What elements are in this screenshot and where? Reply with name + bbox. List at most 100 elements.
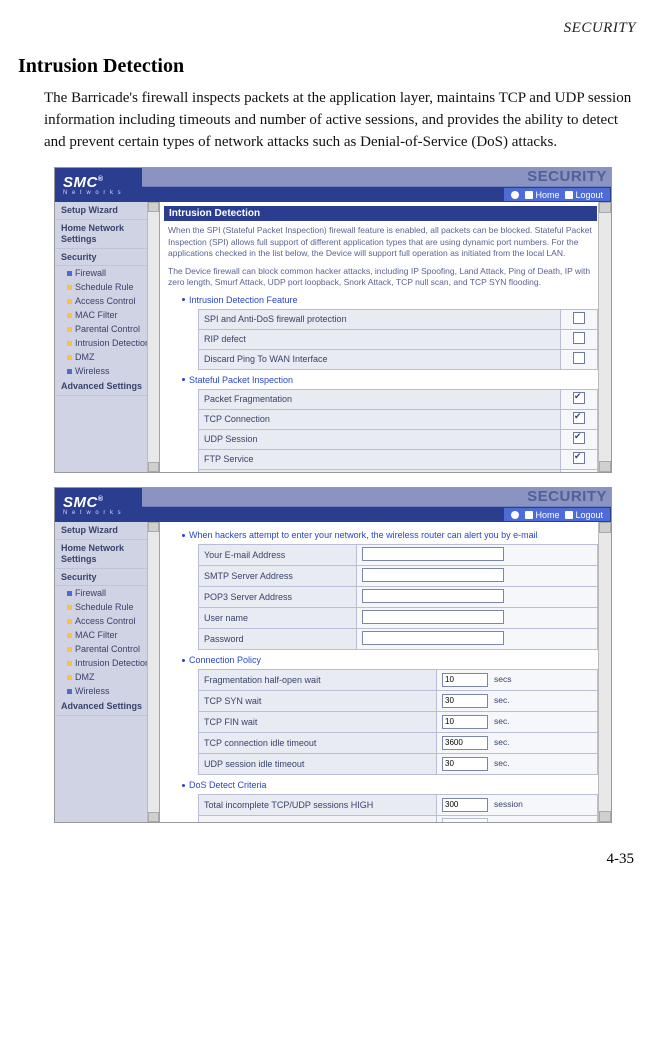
bullet-icon	[67, 313, 72, 318]
sidebar-sub-wireless[interactable]: Wireless	[55, 684, 159, 698]
sidebar-sub-dmz[interactable]: DMZ	[55, 670, 159, 684]
form-label: Your E-mail Address	[199, 545, 357, 566]
cfg-check-cell	[561, 349, 598, 369]
cfg-label: TFTP Service	[199, 469, 561, 472]
sidebar-item-security[interactable]: Security	[55, 569, 159, 587]
sidebar-scrollbar[interactable]	[147, 522, 159, 822]
checkbox-tcp[interactable]	[573, 412, 585, 424]
globe-icon	[508, 511, 522, 519]
cfg-label: UDP Session	[199, 429, 561, 449]
sidebar-sub-mac[interactable]: MAC Filter	[55, 308, 159, 322]
sidebar-sub-wireless[interactable]: Wireless	[55, 364, 159, 378]
pop3-input[interactable]	[362, 589, 504, 603]
pol-label: TCP FIN wait	[199, 712, 437, 733]
main-scrollbar[interactable]	[598, 202, 611, 472]
checkbox-frag[interactable]	[573, 392, 585, 404]
udp-idle-input[interactable]: 30	[442, 757, 488, 771]
table-row: Fragmentation half-open wait10secs	[199, 670, 598, 691]
email-input[interactable]	[362, 547, 504, 561]
table-row: Your E-mail Address	[199, 545, 598, 566]
password-input[interactable]	[362, 631, 504, 645]
table-row: Total incomplete TCP/UDP sessions LOW	[199, 816, 598, 823]
checkbox-udp[interactable]	[573, 432, 585, 444]
main-scrollbar[interactable]	[598, 522, 611, 822]
panel-description-1: When the SPI (Stateful Packet Inspection…	[168, 225, 597, 259]
frag-wait-input[interactable]: 10	[442, 673, 488, 687]
email-form-table: Your E-mail Address SMTP Server Address …	[198, 544, 598, 650]
sidebar-item-setup[interactable]: Setup Wizard	[55, 202, 159, 220]
bullet-icon	[67, 299, 72, 304]
bullet-icon	[67, 327, 72, 332]
sidebar: Setup Wizard Home Network Settings Secur…	[55, 202, 160, 472]
page-number: 4-35	[18, 851, 636, 868]
checkbox-ftp[interactable]	[573, 452, 585, 464]
table-row: TCP Connection	[199, 409, 598, 429]
sidebar-sub-firewall[interactable]: Firewall	[55, 586, 159, 600]
table-row: Password	[199, 629, 598, 650]
sidebar-sub-dmz[interactable]: DMZ	[55, 350, 159, 364]
sidebar-item-advanced[interactable]: Advanced Settings	[55, 698, 159, 716]
running-header: SECURITY	[18, 20, 636, 37]
section-link-spi[interactable]: Stateful Packet Inspection	[182, 375, 597, 385]
sidebar-sub-parental[interactable]: Parental Control	[55, 642, 159, 656]
header-right: SECURITY Home Logout	[142, 488, 611, 522]
fin-wait-input[interactable]: 10	[442, 715, 488, 729]
cfg-label: Discard Ping To WAN Interface	[199, 349, 561, 369]
panel-description-2: The Device firewall can block common hac…	[168, 266, 597, 289]
cfg-check-cell	[561, 449, 598, 469]
username-input[interactable]	[362, 610, 504, 624]
bullet-icon	[67, 619, 72, 624]
bullet-icon	[67, 369, 72, 374]
sidebar-sub-schedule[interactable]: Schedule Rule	[55, 280, 159, 294]
checkbox-spi[interactable]	[573, 312, 585, 324]
sidebar-item-security[interactable]: Security	[55, 249, 159, 267]
section-link-idf[interactable]: Intrusion Detection Feature	[182, 295, 597, 305]
main-panel: Intrusion Detection When the SPI (Statef…	[160, 202, 611, 472]
running-header-text: SECURITY	[564, 20, 636, 36]
sidebar-sub-intrusion[interactable]: Intrusion Detection	[55, 656, 159, 670]
sidebar-item-home-network[interactable]: Home Network Settings	[55, 220, 159, 249]
logout-link[interactable]: Logout	[562, 190, 606, 200]
dos-low-input[interactable]	[442, 818, 488, 822]
app-header: SMC® N e t w o r k s SECURITY Home Logou…	[55, 168, 611, 202]
table-row: RIP defect	[199, 329, 598, 349]
logout-icon	[565, 511, 573, 519]
bullet-icon	[67, 633, 72, 638]
sidebar-sub-mac[interactable]: MAC Filter	[55, 628, 159, 642]
cfg-label: Packet Fragmentation	[199, 389, 561, 409]
checkbox-rip[interactable]	[573, 332, 585, 344]
table-row: TFTP Service	[199, 469, 598, 472]
checkbox-ping[interactable]	[573, 352, 585, 364]
smc-logo: SMC® N e t w o r k s	[55, 488, 130, 522]
tcp-idle-input[interactable]: 3600	[442, 736, 488, 750]
home-link[interactable]: Home	[522, 510, 562, 520]
sidebar-sub-access[interactable]: Access Control	[55, 294, 159, 308]
table-row: SPI and Anti-DoS firewall protection	[199, 309, 598, 329]
sidebar-item-advanced[interactable]: Advanced Settings	[55, 378, 159, 396]
table-row: UDP session idle timeout30sec.	[199, 754, 598, 775]
globe-icon	[508, 191, 522, 199]
table-row: FTP Service	[199, 449, 598, 469]
sidebar-sub-intrusion[interactable]: Intrusion Detection	[55, 336, 159, 350]
bullet-icon	[67, 647, 72, 652]
sidebar-item-setup[interactable]: Setup Wizard	[55, 522, 159, 540]
sidebar-scrollbar[interactable]	[147, 202, 159, 472]
sidebar-sub-schedule[interactable]: Schedule Rule	[55, 600, 159, 614]
syn-wait-input[interactable]: 30	[442, 694, 488, 708]
home-link[interactable]: Home	[522, 190, 562, 200]
dos-high-input[interactable]: 300	[442, 798, 488, 812]
app-header: SMC® N e t w o r k s SECURITY Home Logou…	[55, 488, 611, 522]
panel-title: Intrusion Detection	[164, 206, 597, 221]
section-link-dos[interactable]: DoS Detect Criteria	[182, 780, 597, 790]
sidebar-item-home-network[interactable]: Home Network Settings	[55, 540, 159, 569]
form-input-cell	[357, 629, 598, 650]
sidebar-sub-parental[interactable]: Parental Control	[55, 322, 159, 336]
sidebar-sub-firewall[interactable]: Firewall	[55, 266, 159, 280]
home-icon	[525, 511, 533, 519]
section-link-connpolicy[interactable]: Connection Policy	[182, 655, 597, 665]
logout-link[interactable]: Logout	[562, 510, 606, 520]
smtp-input[interactable]	[362, 568, 504, 582]
pol-value-cell: 30sec.	[437, 691, 598, 712]
intro-paragraph: The Barricade's firewall inspects packet…	[44, 88, 636, 153]
sidebar-sub-access[interactable]: Access Control	[55, 614, 159, 628]
